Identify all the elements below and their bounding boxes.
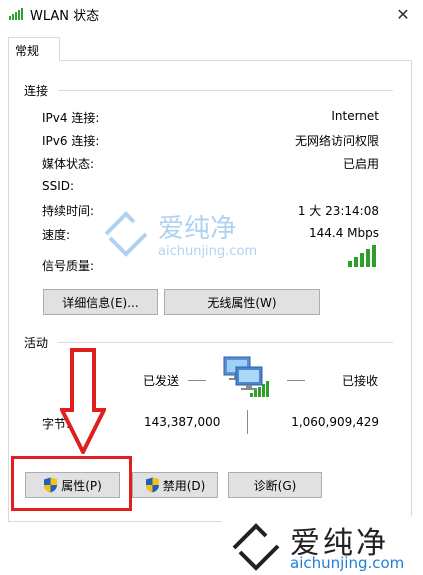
watermark-bottom-url: aichunjing.com (290, 554, 405, 572)
bytes-received-value: 1,060,909,429 (291, 415, 379, 429)
media-state-label: 媒体状态: (42, 157, 95, 171)
tab-general-label: 常规 (15, 44, 40, 58)
title-bar: WLAN 状态 ✕ (0, 0, 423, 30)
ipv4-value: Internet (331, 109, 379, 123)
window-title: WLAN 状态 (30, 9, 100, 24)
diagnose-button[interactable]: 诊断(G) (228, 472, 322, 498)
ipv6-value: 无网络访问权限 (294, 134, 379, 148)
details-button-label: 详细信息(E)... (62, 295, 139, 310)
connection-divider (58, 90, 393, 91)
disable-button-label: 禁用(D) (162, 478, 206, 493)
network-computers-icon (223, 356, 269, 397)
activity-separator (247, 410, 248, 434)
speed-label: 速度: (42, 228, 71, 242)
close-button[interactable]: ✕ (383, 0, 423, 28)
watermark-logo-icon (232, 523, 280, 571)
speed-value: 144.4 Mbps (308, 226, 379, 240)
wifi-signal-icon (9, 8, 23, 20)
signal-quality-label: 信号质量: (42, 259, 95, 273)
watermark-center-cn: 爱纯净 (158, 214, 237, 244)
wireless-properties-button[interactable]: 无线属性(W) (164, 289, 320, 315)
ipv6-label: IPv6 连接: (42, 134, 100, 148)
details-button[interactable]: 详细信息(E)... (43, 289, 158, 315)
watermark-logo-icon (104, 211, 148, 257)
down-arrow-icon (60, 348, 106, 454)
received-dash (287, 380, 305, 381)
received-label: 已接收 (342, 374, 379, 388)
bytes-sent-value: 143,387,000 (144, 415, 221, 429)
connection-header: 连接 (24, 84, 49, 98)
sent-dash (188, 380, 206, 381)
duration-label: 持续时间: (42, 204, 95, 218)
ssid-label: SSID: (42, 179, 75, 193)
signal-strength-icon (348, 245, 376, 267)
wireless-properties-label: 无线属性(W) (207, 295, 277, 310)
tab-general[interactable]: 常规 (8, 37, 60, 61)
disable-button[interactable]: 禁用(D) (132, 472, 218, 498)
watermark-center-url: aichunjing.com (158, 244, 258, 259)
highlight-box (11, 456, 132, 511)
uac-shield-icon (145, 477, 159, 493)
activity-header: 活动 (24, 336, 49, 350)
sent-label: 已发送 (143, 374, 180, 388)
media-state-value: 已启用 (342, 157, 379, 171)
activity-divider (58, 342, 393, 343)
watermark-bottom: 爱纯净 aichunjing.com (222, 516, 423, 575)
watermark-center: 爱纯净 aichunjing.com (100, 198, 260, 268)
close-icon: ✕ (396, 4, 410, 24)
duration-value: 1 大 23:14:08 (297, 204, 379, 218)
ipv4-label: IPv4 连接: (42, 111, 100, 125)
diagnose-button-label: 诊断(G) (253, 478, 297, 493)
